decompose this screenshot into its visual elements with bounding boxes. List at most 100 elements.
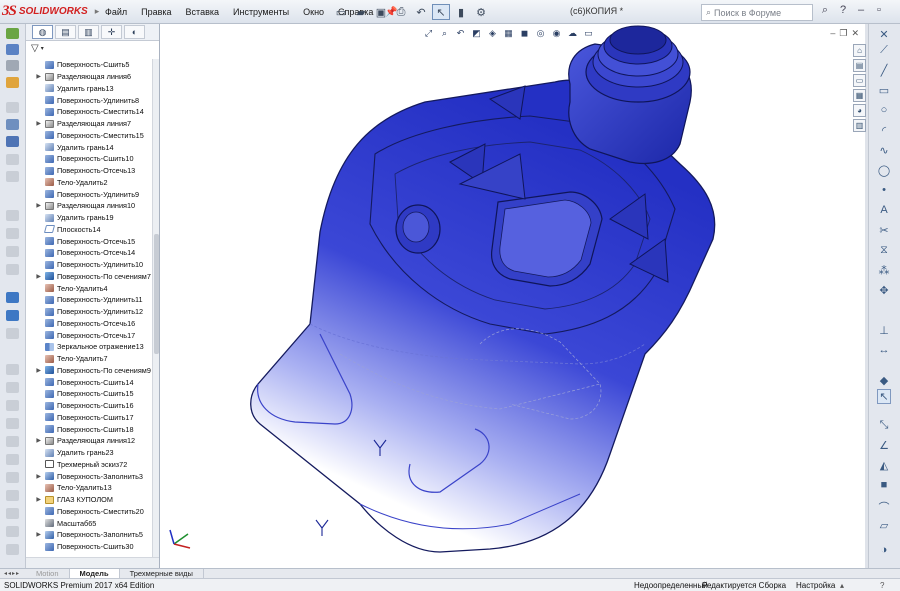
right-point-icon[interactable]: • xyxy=(877,184,891,196)
feature-tree-item[interactable]: Поверхность-Сшить15 xyxy=(26,388,152,400)
feature-tree-item[interactable]: Поверхность-Сшить16 xyxy=(26,400,152,412)
feature-tree-item[interactable]: Поверхность-Отсечь15 xyxy=(26,235,152,247)
revolve-icon[interactable] xyxy=(6,136,19,147)
feature-tree-item[interactable]: Тело-Удалить13 xyxy=(26,482,152,494)
right-line-tool-icon[interactable]: ╱ xyxy=(877,64,891,77)
right-arc-icon[interactable]: ◜ xyxy=(877,124,891,137)
feature-tree-item[interactable]: ▶ Разделяющая линия10 xyxy=(26,200,152,212)
feature-tree-item[interactable]: Поверхность-Отсечь16 xyxy=(26,318,152,330)
feature-tree-item[interactable]: Поверхность-Удлинить8 xyxy=(26,94,152,106)
feature-tree-item[interactable]: ▶ Разделяющая линия6 xyxy=(26,71,152,83)
view-palette-icon[interactable]: ▦ xyxy=(853,89,866,102)
select-cursor-icon[interactable]: ↖ xyxy=(432,4,450,20)
feature-tree-item[interactable]: Поверхность-Отсечь17 xyxy=(26,329,152,341)
feature-tree-item[interactable]: Тело-Удалить4 xyxy=(26,282,152,294)
loft-tool-icon[interactable] xyxy=(6,400,19,411)
shell-icon[interactable] xyxy=(6,210,19,221)
feature-tree-item[interactable]: Тело-Удалить7 xyxy=(26,353,152,365)
feature-tree-item[interactable]: Поверхность-Сшить10 xyxy=(26,153,152,165)
menu-insert[interactable]: Вставка xyxy=(179,7,226,17)
undo-icon[interactable]: ↶ xyxy=(412,4,430,20)
tree-horizontal-scrollbar[interactable] xyxy=(26,557,159,568)
appearances-icon[interactable]: ◕ xyxy=(853,104,866,117)
display-manager-tab-icon[interactable]: ◐ xyxy=(124,25,145,39)
feature-tree-item[interactable]: Поверхность-Сшить5 xyxy=(26,59,152,71)
expand-arrow-icon[interactable]: ▶ xyxy=(26,273,45,280)
right-mirror-icon[interactable]: ⧖ xyxy=(877,244,891,257)
right-pattern-icon[interactable]: ⁂ xyxy=(877,264,891,277)
rib-icon[interactable] xyxy=(6,246,19,257)
chamfer-icon[interactable] xyxy=(6,171,19,182)
status-settings[interactable]: Настройка xyxy=(796,581,835,590)
property-manager-tab-icon[interactable]: ▤ xyxy=(55,25,76,39)
rebuild-icon[interactable]: ▮ xyxy=(452,4,470,20)
feature-tree-item[interactable]: Поверхность-Сместить14 xyxy=(26,106,152,118)
solidworks-logo[interactable]: 3S SOLIDWORKS ▸ xyxy=(2,3,99,20)
feature-tree-item[interactable]: ▶ Поверхность-Заполнить3 xyxy=(26,470,152,482)
feature-tree-item[interactable]: Тело-Удалить2 xyxy=(26,177,152,189)
fillet-icon[interactable] xyxy=(6,154,19,165)
feature-tree-item[interactable]: Поверхность-Отсечь13 xyxy=(26,165,152,177)
draft-icon[interactable] xyxy=(6,228,19,239)
surfaces-icon[interactable] xyxy=(6,77,19,88)
feature-tree-item[interactable]: ▶ ГЛАЗ КУПОЛОМ xyxy=(26,494,152,506)
feature-tree-item[interactable]: Масштаб65 xyxy=(26,517,152,529)
search-forum-input[interactable]: ⌕ Поиск в Форуме xyxy=(701,4,813,21)
status-help-icon[interactable]: ? xyxy=(880,581,884,590)
feature-tree-item[interactable]: Поверхность-Сместить20 xyxy=(26,506,152,518)
tree-filter[interactable]: ▽ ▾ xyxy=(26,41,159,55)
right-angle-icon[interactable]: ∠ xyxy=(877,439,891,452)
help-question-icon[interactable]: ? xyxy=(836,4,850,17)
feature-tree-item[interactable]: Поверхность-Удлинить11 xyxy=(26,294,152,306)
feature-tree-item[interactable]: Трехмерный эскиз72 xyxy=(26,459,152,471)
configuration-manager-tab-icon[interactable]: ▥ xyxy=(78,25,99,39)
feature-tree-item[interactable]: ▶ Разделяющая линия7 xyxy=(26,118,152,130)
menu-edit[interactable]: Правка xyxy=(134,7,178,17)
right-solid-icon[interactable]: ■ xyxy=(877,479,891,491)
minimize-icon[interactable]: – xyxy=(854,4,868,17)
offset-icon[interactable] xyxy=(6,508,19,519)
expand-arrow-icon[interactable]: ▶ xyxy=(26,496,45,503)
boundary-icon[interactable] xyxy=(6,436,19,447)
right-smart-dim-icon[interactable]: ⤡ xyxy=(877,419,891,432)
expand-arrow-icon[interactable]: ▶ xyxy=(26,367,45,374)
curves-icon[interactable] xyxy=(6,292,19,303)
tree-scroll-thumb[interactable] xyxy=(154,234,159,354)
graphics-area[interactable]: ⤢ ⌕ ↶ ◩ ◈ ▦ ◼ ◎ ◉ ☁ ▭ – ❐ ✕ xyxy=(160,24,865,568)
feature-tree-item[interactable]: ▶ Поверхность-По сечениям7 xyxy=(26,271,152,283)
open-folder-icon[interactable]: ▰ xyxy=(352,4,370,20)
sweep-icon[interactable] xyxy=(6,418,19,429)
expand-arrow-icon[interactable]: ▶ xyxy=(26,73,45,80)
menu-file[interactable]: Файл xyxy=(98,7,134,17)
feature-tree-item[interactable]: Удалить грань14 xyxy=(26,141,152,153)
print-icon[interactable]: ⎙ xyxy=(392,4,410,20)
feature-manager-tab-icon[interactable]: ◍ xyxy=(32,25,53,39)
feature-tree-item[interactable]: Поверхность-Сшить30 xyxy=(26,541,152,553)
reference-geometry-icon[interactable] xyxy=(6,310,19,321)
options-gear-icon[interactable]: ⚙ xyxy=(472,4,490,20)
right-rectangle-icon[interactable]: ▭ xyxy=(877,84,891,97)
tab-3d-views[interactable]: Трехмерные виды xyxy=(120,568,204,579)
feature-tree-item[interactable]: Поверхность-Сшить14 xyxy=(26,376,152,388)
feature-tree-item[interactable]: Удалить грань23 xyxy=(26,447,152,459)
right-ellipse-icon[interactable]: ◯ xyxy=(877,164,891,177)
right-spline-icon[interactable]: ∿ xyxy=(877,144,891,157)
feature-tree-item[interactable]: Удалить грань19 xyxy=(26,212,152,224)
right-line-icon[interactable]: ⟋ xyxy=(877,44,891,57)
cut-icon[interactable] xyxy=(6,544,19,555)
feature-tree-item[interactable]: Поверхность-Удлинить12 xyxy=(26,306,152,318)
tab-model[interactable]: Модель xyxy=(69,568,120,579)
expand-arrow-icon[interactable]: ▶ xyxy=(26,437,45,444)
design-library-icon[interactable]: ▤ xyxy=(853,59,866,72)
right-dimension-icon[interactable]: ↔ xyxy=(877,344,891,356)
menu-tools[interactable]: Инструменты xyxy=(226,7,296,17)
expand-arrow-icon[interactable]: ▶ xyxy=(26,120,45,127)
right-plane-icon[interactable]: ▱ xyxy=(877,519,891,532)
features-icon[interactable] xyxy=(6,60,19,71)
feature-tree-item[interactable]: Плоскость14 xyxy=(26,224,152,236)
knit-icon[interactable] xyxy=(6,454,19,465)
status-units-arrow-icon[interactable]: ▴ xyxy=(840,581,844,590)
line-icon[interactable] xyxy=(6,102,19,113)
smart-dimension-icon[interactable] xyxy=(6,44,19,55)
feature-tree-item[interactable]: Поверхность-Сшить17 xyxy=(26,412,152,424)
